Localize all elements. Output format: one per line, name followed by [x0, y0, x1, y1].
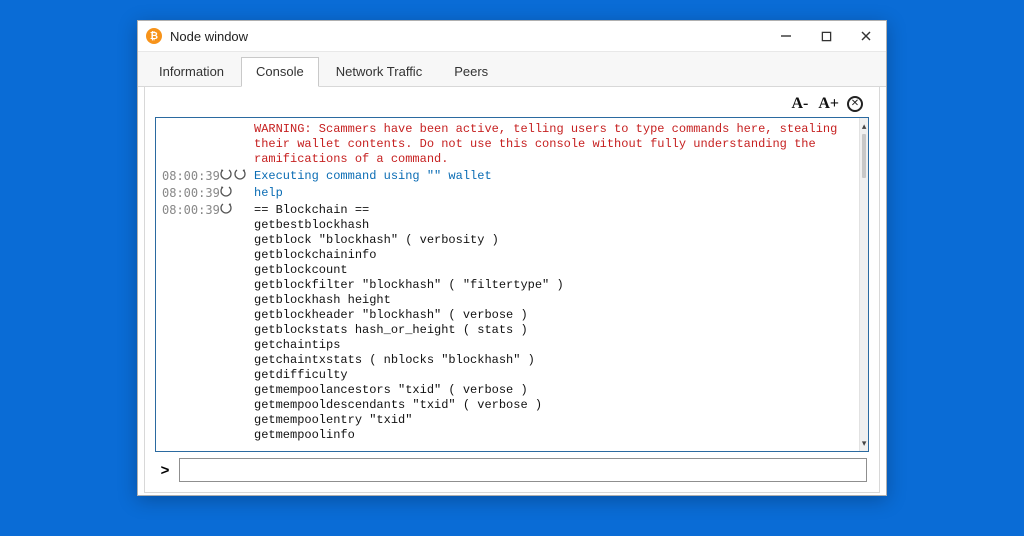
tab-information[interactable]: Information — [144, 57, 239, 87]
console-output[interactable]: WARNING: Scammers have been active, tell… — [156, 118, 859, 451]
scroll-down-icon[interactable]: ▾ — [860, 435, 868, 451]
console-row: 08:00:39 Executing command using "" wall… — [162, 169, 853, 184]
minimize-icon — [780, 30, 792, 42]
titlebar: ₿ Node window — [138, 21, 886, 52]
window-close-button[interactable] — [846, 21, 886, 51]
command-executed-icon — [220, 169, 232, 181]
node-window: ₿ Node window Information Console Networ… — [137, 20, 887, 496]
console-input-bar: > — [155, 452, 869, 482]
window-title: Node window — [170, 29, 766, 44]
window-maximize-button[interactable] — [806, 21, 846, 51]
console-input[interactable] — [179, 458, 867, 482]
command-return-icon — [234, 169, 246, 181]
scroll-thumb[interactable] — [862, 134, 866, 178]
console-warning-text: WARNING: Scammers have been active, tell… — [254, 122, 853, 167]
command-received-icon — [220, 203, 232, 215]
console-line: == Blockchain == getbestblockhash getblo… — [254, 203, 853, 443]
font-decrease-button[interactable]: A- — [789, 95, 810, 113]
timestamp: 08:00:39 — [162, 186, 220, 201]
console-row: 08:00:39 == Blockchain == getbestblockha… — [162, 203, 853, 443]
console-output-frame: WARNING: Scammers have been active, tell… — [155, 117, 869, 452]
tab-network-traffic[interactable]: Network Traffic — [321, 57, 437, 87]
scroll-up-icon[interactable]: ▴ — [860, 118, 868, 134]
close-icon — [860, 30, 872, 42]
console-clear-button[interactable]: ✕ — [847, 96, 863, 112]
window-minimize-button[interactable] — [766, 21, 806, 51]
tabs: Information Console Network Traffic Peer… — [138, 52, 886, 87]
console-row: 08:00:39 help — [162, 186, 853, 201]
console-line: help — [254, 186, 853, 201]
bitcoin-icon: ₿ — [146, 28, 162, 44]
console-line: Executing command using "" wallet — [254, 169, 853, 184]
console-panel: A- A+ ✕ WARNING: Scammers have been acti… — [144, 86, 880, 493]
tab-console[interactable]: Console — [241, 57, 319, 87]
timestamp: 08:00:39 — [162, 169, 220, 184]
maximize-icon — [821, 31, 832, 42]
tab-peers[interactable]: Peers — [439, 57, 503, 87]
timestamp: 08:00:39 — [162, 203, 220, 218]
console-warning-row: WARNING: Scammers have been active, tell… — [162, 122, 853, 167]
font-increase-button[interactable]: A+ — [816, 95, 841, 113]
command-sent-icon — [220, 186, 232, 198]
prompt-icon: > — [157, 462, 173, 479]
console-toolbar: A- A+ ✕ — [155, 95, 869, 117]
console-scrollbar[interactable]: ▴ ▾ — [859, 118, 868, 451]
